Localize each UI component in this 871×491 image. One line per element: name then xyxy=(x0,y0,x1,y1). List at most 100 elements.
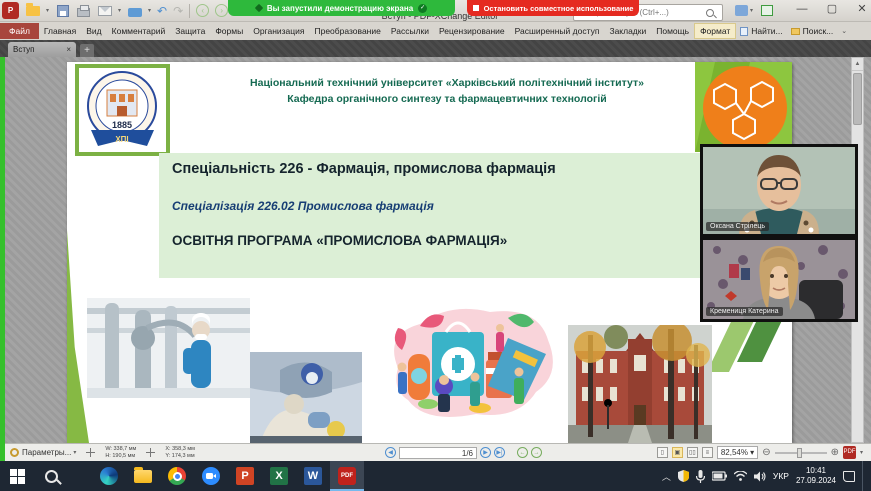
scanner-icon xyxy=(128,8,142,17)
scan-button[interactable] xyxy=(127,3,142,18)
save-button[interactable] xyxy=(55,3,70,18)
menu-overflow-icon[interactable]: ⌄ xyxy=(841,27,847,35)
options-caret-icon[interactable]: ▾ xyxy=(73,449,76,456)
history-back-icon[interactable]: ← xyxy=(517,447,528,458)
email-icon xyxy=(98,6,112,16)
taskbar-zoom[interactable] xyxy=(194,461,228,491)
next-page-icon[interactable]: ▶ xyxy=(480,447,491,458)
prev-page-icon[interactable]: ◀ xyxy=(385,447,396,458)
show-desktop-button[interactable] xyxy=(862,461,867,491)
options-dropdown[interactable]: Параметры... xyxy=(22,448,71,457)
participant-video-2[interactable]: Кремениця Катерина xyxy=(700,237,858,322)
email-button[interactable] xyxy=(97,3,112,18)
taskbar-search-button[interactable] xyxy=(34,461,68,491)
search-button[interactable]: Поиск... xyxy=(787,26,838,36)
action-center-icon[interactable] xyxy=(843,471,855,482)
menu-forms[interactable]: Формы xyxy=(210,24,248,38)
close-button[interactable]: ✕ xyxy=(855,2,869,15)
save-icon xyxy=(57,5,69,17)
share-users-button[interactable]: ▾ xyxy=(735,5,753,16)
menu-organize[interactable]: Организация xyxy=(248,24,309,38)
clock-time: 10:41 xyxy=(796,466,836,476)
defender-shield-icon[interactable] xyxy=(678,470,689,482)
tab-close-icon[interactable]: × xyxy=(66,45,71,54)
page-number-input[interactable]: 1/6 xyxy=(399,447,477,459)
nav-forward-icon[interactable]: › xyxy=(215,4,228,17)
compatibility-mode-icon[interactable]: PDF xyxy=(843,446,856,459)
single-page-view-icon[interactable]: ▯ xyxy=(657,447,668,458)
menu-protect[interactable]: Защита xyxy=(170,24,210,38)
chrome-icon xyxy=(168,467,186,485)
minimize-button[interactable]: — xyxy=(795,3,809,15)
tab-vstup[interactable]: Вступ × xyxy=(8,42,76,57)
history-forward-icon[interactable]: → xyxy=(531,447,542,458)
redo-icon[interactable]: ↷ xyxy=(173,5,183,17)
menu-convert[interactable]: Преобразование xyxy=(309,24,385,38)
participant-video-1[interactable]: Оксана Стрілець xyxy=(700,144,858,237)
app-grid-icon[interactable] xyxy=(761,5,773,16)
wifi-icon[interactable] xyxy=(734,471,747,481)
search-icon xyxy=(706,9,714,17)
status-bar: Параметры... ▾ W: 338,7 ммH: 190,5 мм X:… xyxy=(0,443,871,461)
menu-review[interactable]: Рецензирование xyxy=(434,24,510,38)
taskbar-word[interactable]: W xyxy=(296,461,330,491)
menu-mailings[interactable]: Рассылки xyxy=(386,24,434,38)
search-folder-icon xyxy=(791,28,800,35)
microphone-icon[interactable] xyxy=(696,470,705,483)
language-indicator[interactable]: УКР xyxy=(773,471,789,481)
zoom-out-icon[interactable]: ⊖ xyxy=(762,447,770,458)
quick-access-toolbar: P ▾ ▾ ▾ ↶ ↷ ‹ › xyxy=(2,2,228,19)
maximize-button[interactable]: ▢ xyxy=(825,2,839,15)
speaker-icon[interactable] xyxy=(754,471,766,482)
zoom-in-icon[interactable]: ⊕ xyxy=(831,447,839,458)
stop-share-label: Остановить совместное использование xyxy=(484,4,634,13)
compat-caret-icon[interactable]: ▾ xyxy=(860,449,863,456)
menu-file[interactable]: Файл xyxy=(0,23,39,39)
stop-share-button[interactable]: Остановить совместное использование xyxy=(467,0,639,16)
menu-view[interactable]: Вид xyxy=(81,24,106,38)
scan-caret-icon[interactable]: ▾ xyxy=(148,7,151,14)
object-dimensions: W: 338,7 ммH: 190,5 мм xyxy=(105,446,136,458)
fit-page-view-icon[interactable]: ▣ xyxy=(672,447,683,458)
open-folder-icon xyxy=(26,6,40,16)
two-page-view-icon[interactable]: ▯▯ xyxy=(687,447,698,458)
scrollbar-thumb[interactable] xyxy=(853,73,862,125)
find-button[interactable]: Найти... xyxy=(736,26,786,36)
shield-check-icon: ✓ xyxy=(418,4,427,13)
new-tab-button[interactable]: + xyxy=(80,44,94,57)
document-tabbar: Вступ × + xyxy=(0,40,871,57)
taskbar-clock[interactable]: 10:41 27.09.2024 xyxy=(796,466,836,487)
windows-logo-icon xyxy=(10,469,25,484)
taskbar-pdfxchange[interactable]: PDF xyxy=(330,461,364,491)
open-button[interactable] xyxy=(25,3,40,18)
start-button[interactable] xyxy=(0,461,34,491)
taskbar-edge[interactable] xyxy=(92,461,126,491)
email-caret-icon[interactable]: ▾ xyxy=(118,7,121,14)
cursor-position: X: 358,3 ммY: 174,3 мм xyxy=(165,446,195,458)
nav-back-icon[interactable]: ‹ xyxy=(196,4,209,17)
menu-comment[interactable]: Комментарий xyxy=(107,24,171,38)
menu-bar: Файл Главная Вид Комментарий Защита Форм… xyxy=(0,22,871,40)
menu-home[interactable]: Главная xyxy=(39,24,81,38)
menu-accessibility[interactable]: Расширенный доступ xyxy=(510,24,605,38)
taskbar-explorer[interactable] xyxy=(126,461,160,491)
menu-help[interactable]: Помощь xyxy=(651,24,694,38)
zoom-level-dropdown[interactable]: 82,54% ▾ xyxy=(717,446,758,459)
app-icon: P xyxy=(2,2,19,19)
menu-bookmarks[interactable]: Закладки xyxy=(604,24,651,38)
taskbar-chrome[interactable] xyxy=(160,461,194,491)
undo-icon[interactable]: ↶ xyxy=(157,5,167,17)
battery-icon[interactable] xyxy=(712,471,727,481)
tray-expand-icon[interactable]: ︿ xyxy=(662,470,671,483)
scroll-up-icon[interactable]: ▲ xyxy=(852,58,863,71)
menu-format[interactable]: Формат xyxy=(694,23,736,39)
zoom-slider[interactable] xyxy=(775,452,827,454)
taskbar-excel[interactable]: X xyxy=(262,461,296,491)
print-button[interactable] xyxy=(76,3,91,18)
open-caret-icon[interactable]: ▾ xyxy=(46,7,49,14)
scroll-view-icon[interactable]: ≡ xyxy=(702,447,713,458)
taskbar-powerpoint[interactable]: P xyxy=(228,461,262,491)
last-page-icon[interactable]: ▶| xyxy=(494,447,505,458)
university-name: Національний технічний університет «Харк… xyxy=(182,76,712,92)
zoom-slider-thumb[interactable] xyxy=(797,448,802,458)
